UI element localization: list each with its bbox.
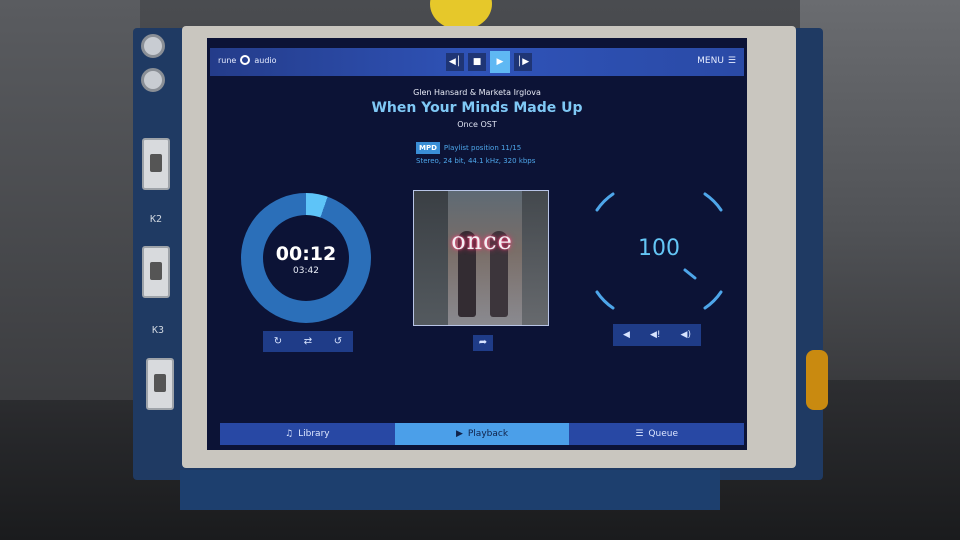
previous-button[interactable]: ◀│ bbox=[446, 53, 464, 71]
stop-button[interactable]: ■ bbox=[468, 53, 486, 71]
tab-playback[interactable]: ▶ Playback bbox=[394, 423, 570, 445]
next-icon: │▶ bbox=[516, 57, 530, 67]
volume-down-icon[interactable]: ◀ bbox=[623, 330, 630, 340]
tab-queue[interactable]: ☰ Queue bbox=[569, 423, 745, 445]
mute-icon[interactable]: ◀! bbox=[650, 330, 661, 340]
shuffle-icon[interactable]: ⇄ bbox=[304, 336, 312, 347]
background-wall bbox=[0, 0, 140, 420]
track-album: Once OST bbox=[457, 120, 497, 129]
menu-label: MENU bbox=[697, 56, 724, 66]
share-icon: ➦ bbox=[478, 337, 488, 348]
album-cover: once bbox=[413, 190, 549, 326]
mount-hole bbox=[141, 68, 165, 92]
audio-format: Stereo, 24 bit, 44.1 kHz, 320 kbps bbox=[416, 157, 536, 165]
menu-button[interactable]: MENU ☰ bbox=[697, 56, 736, 66]
hardware-button-k1[interactable] bbox=[142, 138, 170, 190]
playback-icon: ▶ bbox=[455, 429, 463, 439]
board-label-k2: K2 bbox=[150, 214, 163, 225]
bottom-tab-bar: ♫ Library ▶ Playback ☰ Queue bbox=[220, 423, 745, 445]
logo-icon bbox=[240, 55, 251, 65]
playlist-position: Playlist position 11/15 bbox=[443, 144, 522, 152]
queue-icon: ☰ bbox=[635, 429, 644, 439]
tab-library[interactable]: ♫ Library bbox=[220, 423, 395, 445]
logo-text: rune bbox=[218, 55, 237, 65]
play-icon: ▶ bbox=[496, 57, 504, 67]
cover-neon-title: once bbox=[451, 227, 513, 255]
transport-controls: ◀│ ■ ▶ │▶ bbox=[446, 51, 532, 73]
tab-queue-label: Queue bbox=[648, 429, 678, 439]
touch-screen: rune audio ◀│ ■ ▶ │▶ MENU ☰ Glen Hansard… bbox=[207, 38, 747, 450]
source-badge: MPD bbox=[416, 142, 440, 154]
top-bar: rune audio ◀│ ■ ▶ │▶ MENU ☰ bbox=[210, 48, 744, 76]
runeaudio-logo: rune audio bbox=[218, 55, 277, 65]
track-title: When Your Minds Made Up bbox=[371, 100, 583, 116]
elapsed-time: 00:12 bbox=[275, 243, 337, 265]
tab-library-label: Library bbox=[298, 429, 330, 439]
board-label-k3: K3 bbox=[152, 325, 165, 336]
previous-icon: ◀│ bbox=[448, 57, 462, 67]
single-icon[interactable]: ↺ bbox=[334, 336, 342, 347]
capacitor bbox=[806, 350, 828, 410]
cover-building bbox=[414, 191, 448, 325]
hamburger-icon: ☰ bbox=[727, 56, 736, 66]
track-artist: Glen Hansard & Marketa Irglova bbox=[413, 88, 541, 97]
share-button[interactable]: ➦ bbox=[473, 335, 493, 351]
background-wall-right bbox=[800, 0, 960, 380]
repeat-icon[interactable]: ↻ bbox=[274, 336, 282, 347]
tab-playback-label: Playback bbox=[467, 429, 509, 439]
playback-timer-ring[interactable]: 00:12 03:42 bbox=[241, 193, 371, 323]
hardware-button-k2[interactable] bbox=[142, 246, 170, 298]
hardware-button-k3[interactable] bbox=[146, 358, 174, 410]
volume-up-icon[interactable]: ◀) bbox=[681, 330, 691, 340]
pcb-base bbox=[180, 470, 720, 510]
library-icon: ♫ bbox=[285, 429, 294, 439]
volume-controls: ◀ ◀! ◀) bbox=[613, 324, 701, 346]
stop-icon: ■ bbox=[472, 57, 482, 67]
logo-text: audio bbox=[254, 55, 277, 65]
mount-hole bbox=[141, 34, 165, 58]
cover-building bbox=[522, 191, 548, 325]
volume-knob[interactable]: 100 bbox=[589, 186, 729, 316]
next-button[interactable]: │▶ bbox=[514, 53, 532, 71]
play-button[interactable]: ▶ bbox=[490, 51, 510, 73]
play-mode-controls: ↻ ⇄ ↺ bbox=[263, 331, 353, 352]
volume-level: 100 bbox=[638, 236, 680, 261]
total-time: 03:42 bbox=[293, 266, 319, 276]
stream-info: MPD Playlist position 11/15 bbox=[416, 142, 521, 154]
